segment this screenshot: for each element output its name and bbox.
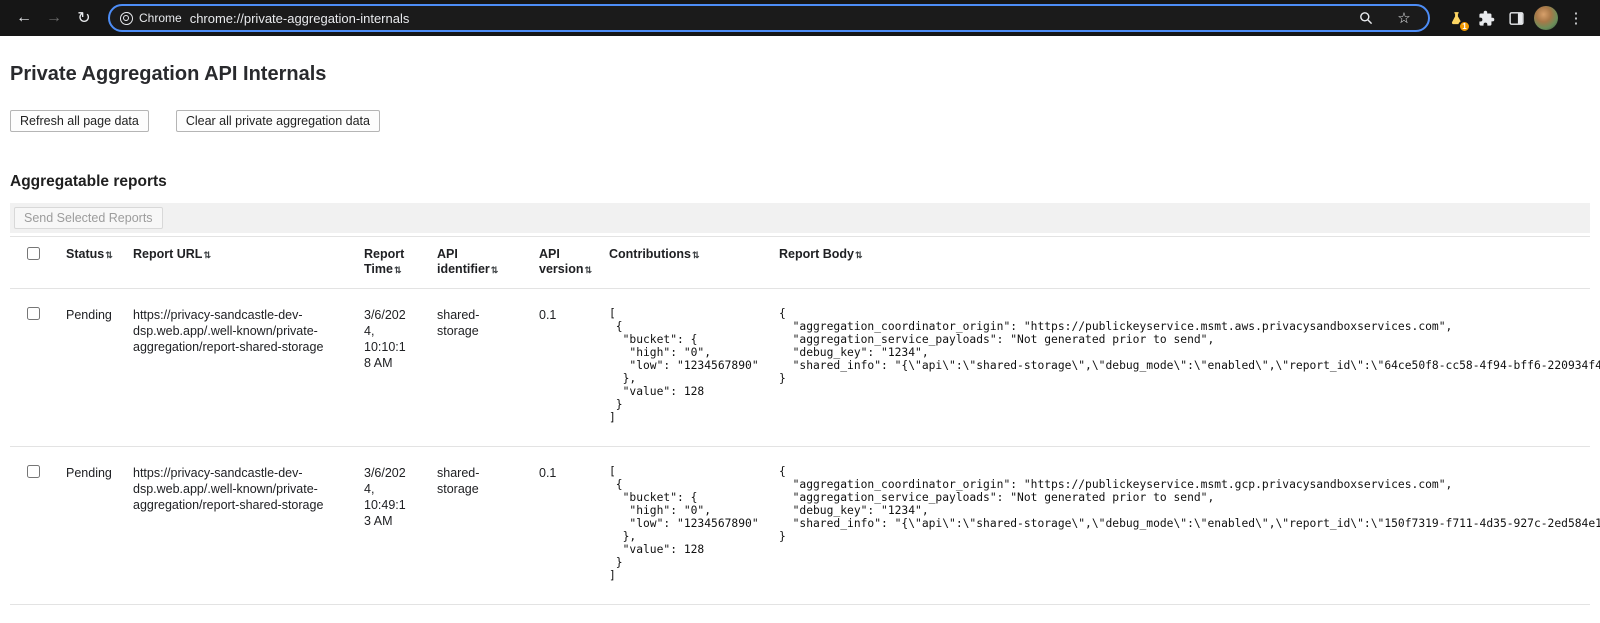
report-body-cell: { "aggregation_coordinator_origin": "htt… — [763, 289, 1590, 447]
row-checkbox[interactable] — [27, 465, 40, 478]
api-identifier-cell: shared-storage — [421, 447, 523, 605]
profile-avatar[interactable] — [1532, 4, 1560, 32]
bookmark-star-icon[interactable]: ☆ — [1390, 4, 1418, 32]
side-panel-icon[interactable] — [1502, 4, 1530, 32]
extensions-puzzle-icon[interactable] — [1472, 4, 1500, 32]
page-title: Private Aggregation API Internals — [10, 63, 1590, 86]
url-text[interactable]: chrome://private-aggregation-internals — [190, 11, 1344, 26]
api-identifier-cell: shared-storage — [421, 289, 523, 447]
table-toolbar: Send Selected Reports — [10, 203, 1590, 233]
header-status[interactable]: Status⇅ — [50, 237, 117, 289]
sort-icon: ⇅ — [203, 250, 211, 260]
forward-icon[interactable]: → — [40, 4, 68, 32]
avatar — [1534, 6, 1558, 30]
back-icon[interactable]: ← — [10, 4, 38, 32]
header-report-url[interactable]: Report URL⇅ — [117, 237, 348, 289]
report-body-cell: { "aggregation_coordinator_origin": "htt… — [763, 447, 1590, 605]
sort-icon: ⇅ — [491, 265, 499, 275]
chrome-logo-icon — [120, 12, 133, 25]
status-cell: Pending — [50, 289, 117, 447]
table-header-row: Status⇅ Report URL⇅ Report Time⇅ API ide… — [10, 237, 1590, 289]
table-row: Pending https://privacy-sandcastle-dev-d… — [10, 447, 1590, 605]
header-contributions[interactable]: Contributions⇅ — [593, 237, 763, 289]
row-checkbox[interactable] — [27, 307, 40, 320]
refresh-all-button[interactable]: Refresh all page data — [10, 110, 149, 132]
experiments-beaker-icon[interactable]: 1 — [1442, 4, 1470, 32]
header-api-identifier[interactable]: API identifier⇅ — [421, 237, 523, 289]
contributions-cell: [ { "bucket": { "high": "0", "low": "123… — [593, 289, 763, 447]
sort-icon: ⇅ — [584, 265, 592, 275]
browser-menu-icon[interactable]: ⋮ — [1562, 4, 1590, 32]
sort-icon: ⇅ — [394, 265, 402, 275]
contributions-json: [ { "bucket": { "high": "0", "low": "123… — [609, 307, 763, 424]
clear-all-button[interactable]: Clear all private aggregation data — [176, 110, 380, 132]
report-url-cell: https://privacy-sandcastle-dev-dsp.web.a… — [117, 289, 348, 447]
sort-icon: ⇅ — [105, 250, 113, 260]
sort-icon: ⇅ — [855, 250, 863, 260]
api-version-cell: 0.1 — [523, 447, 593, 605]
page-actions: Refresh all page data Clear all private … — [10, 110, 1590, 132]
address-bar[interactable]: Chrome chrome://private-aggregation-inte… — [108, 4, 1430, 32]
section-title: Aggregatable reports — [10, 173, 1590, 191]
api-version-cell: 0.1 — [523, 289, 593, 447]
status-cell: Pending — [50, 447, 117, 605]
report-body-json: { "aggregation_coordinator_origin": "htt… — [779, 465, 1590, 543]
header-api-version[interactable]: API version⇅ — [523, 237, 593, 289]
report-time-cell: 3/6/2024, 10:49:13 AM — [348, 447, 421, 605]
aggregatable-reports-table: Status⇅ Report URL⇅ Report Time⇅ API ide… — [10, 236, 1590, 605]
header-report-body[interactable]: Report Body⇅ — [763, 237, 1590, 289]
site-chip-label: Chrome — [139, 11, 182, 25]
send-selected-button[interactable]: Send Selected Reports — [14, 207, 163, 229]
header-report-time[interactable]: Report Time⇅ — [348, 237, 421, 289]
sort-icon: ⇅ — [692, 250, 700, 260]
reload-icon[interactable]: ↻ — [70, 4, 98, 32]
page-content: Private Aggregation API Internals Refres… — [0, 63, 1600, 605]
report-time-cell: 3/6/2024, 10:10:18 AM — [348, 289, 421, 447]
site-chip: Chrome — [120, 11, 182, 25]
select-all-checkbox[interactable] — [27, 247, 40, 260]
report-url-cell: https://privacy-sandcastle-dev-dsp.web.a… — [117, 447, 348, 605]
browser-toolbar: ← → ↻ Chrome chrome://private-aggregatio… — [0, 0, 1600, 36]
contributions-cell: [ { "bucket": { "high": "0", "low": "123… — [593, 447, 763, 605]
notification-badge: 1 — [1458, 20, 1471, 33]
zoom-icon[interactable] — [1352, 4, 1380, 32]
contributions-json: [ { "bucket": { "high": "0", "low": "123… — [609, 465, 763, 582]
table-row: Pending https://privacy-sandcastle-dev-d… — [10, 289, 1590, 447]
report-body-json: { "aggregation_coordinator_origin": "htt… — [779, 307, 1590, 385]
